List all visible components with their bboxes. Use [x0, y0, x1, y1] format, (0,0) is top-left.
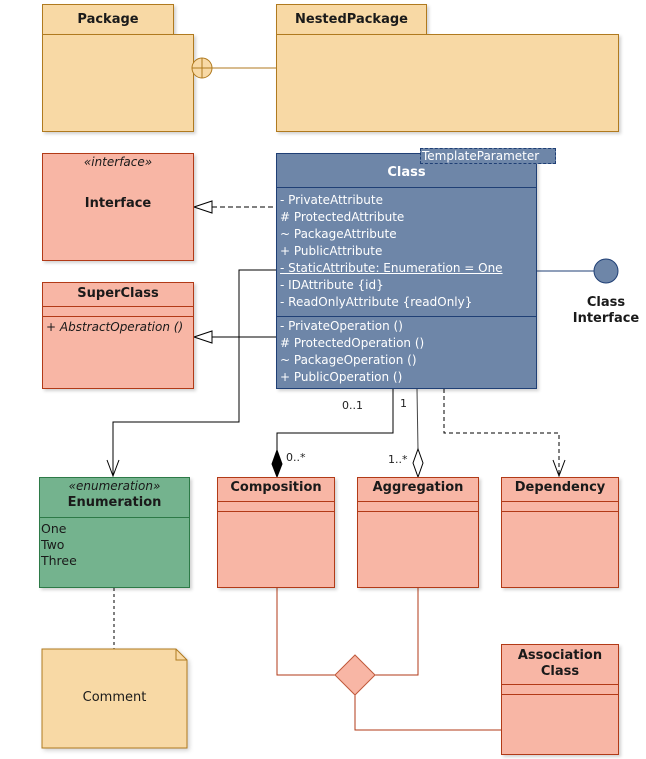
nested-package-title: NestedPackage — [295, 12, 408, 27]
class-operation: # ProtectedOperation () — [280, 336, 425, 350]
superclass-operation: + AbstractOperation () — [46, 320, 184, 334]
class-interface-label-line2: Interface — [572, 311, 640, 326]
association-class-title-line2: Class — [540, 664, 580, 679]
nested-package-body[interactable] — [276, 34, 619, 132]
comment-text: Comment — [82, 690, 147, 705]
enumeration-literal: One — [41, 521, 67, 536]
realization-arrowhead — [192, 200, 213, 214]
multiplicity-composition-source: 0..1 — [342, 399, 363, 412]
association-line-aggregation[interactable] — [375, 588, 419, 676]
association-diamond-icon[interactable] — [334, 654, 376, 696]
class-interface-label-line1: Class — [586, 295, 626, 310]
interface-box[interactable]: «interface» Interface — [42, 153, 194, 261]
class-operation: - PrivateOperation () — [280, 319, 403, 333]
class-attribute: - IDAttribute {id} — [280, 278, 384, 292]
class-operations: - PrivateOperation () # ProtectedOperati… — [277, 318, 424, 386]
dependency-title: Dependency — [514, 480, 606, 495]
class-attributes: - PrivateAttribute # ProtectedAttribute … — [277, 192, 503, 311]
aggregation-box[interactable]: Aggregation — [357, 477, 479, 588]
superclass-title: SuperClass — [77, 286, 159, 301]
dependency-line[interactable] — [443, 389, 560, 476]
package-body[interactable] — [42, 34, 194, 132]
composition-diamond — [271, 448, 283, 479]
class-attribute: ~ PackageAttribute — [280, 227, 397, 241]
generalization-arrowhead — [192, 330, 213, 344]
composition-box[interactable]: Composition — [217, 477, 335, 588]
composition-line[interactable] — [276, 389, 394, 452]
enumeration-stereotype: «enumeration» — [68, 479, 161, 493]
dependency-box[interactable]: Dependency — [501, 477, 619, 588]
class-operation: + PublicOperation () — [280, 370, 403, 384]
enumeration-box[interactable]: «enumeration» Enumeration One Two Three — [39, 477, 190, 588]
class-box[interactable]: Class - PrivateAttribute # ProtectedAttr… — [276, 153, 537, 389]
aggregation-title: Aggregation — [372, 480, 464, 495]
association-line-composition[interactable] — [276, 588, 335, 676]
class-interface-circle-icon[interactable] — [593, 258, 620, 285]
containment-circle-plus-icon — [191, 57, 213, 79]
association-class-title-line1: Association — [517, 648, 603, 663]
enumeration-literal: Three — [41, 553, 77, 568]
enumeration-literal: Two — [41, 537, 65, 552]
association-class-title: Association Class — [502, 648, 618, 680]
multiplicity-aggregation-target: 1..* — [388, 453, 408, 466]
interface-stereotype: «interface» — [83, 155, 153, 169]
enumeration-title: Enumeration — [67, 495, 162, 510]
class-interface-label: Class Interface — [560, 295, 646, 327]
package-tab[interactable]: Package — [42, 4, 174, 35]
superclass-box[interactable]: SuperClass + AbstractOperation () — [42, 282, 194, 389]
association-class-line[interactable] — [354, 695, 501, 731]
template-parameter[interactable]: TemplateParameter — [420, 148, 556, 164]
class-attribute: # ProtectedAttribute — [280, 210, 405, 224]
package-title: Package — [77, 12, 139, 27]
class-attribute: - ReadOnlyAttribute {readOnly} — [280, 295, 473, 309]
class-attribute: + PublicAttribute — [280, 244, 383, 258]
class-title: Class — [387, 165, 426, 180]
aggregation-diamond — [412, 447, 424, 479]
multiplicity-composition-target: 0..* — [286, 451, 306, 464]
class-operation: ~ PackageOperation () — [280, 353, 417, 367]
class-static-attribute: - StaticAttribute: Enumeration = One — [280, 261, 503, 275]
nested-package-tab[interactable]: NestedPackage — [276, 4, 427, 35]
enumeration-literals: One Two Three — [40, 521, 77, 569]
interface-title: Interface — [84, 196, 152, 211]
class-attribute: - PrivateAttribute — [280, 193, 383, 207]
multiplicity-aggregation-source: 1 — [400, 397, 407, 410]
composition-title: Composition — [230, 480, 322, 495]
association-class-box[interactable]: Association Class — [501, 644, 619, 755]
aggregation-line[interactable] — [416, 388, 419, 451]
